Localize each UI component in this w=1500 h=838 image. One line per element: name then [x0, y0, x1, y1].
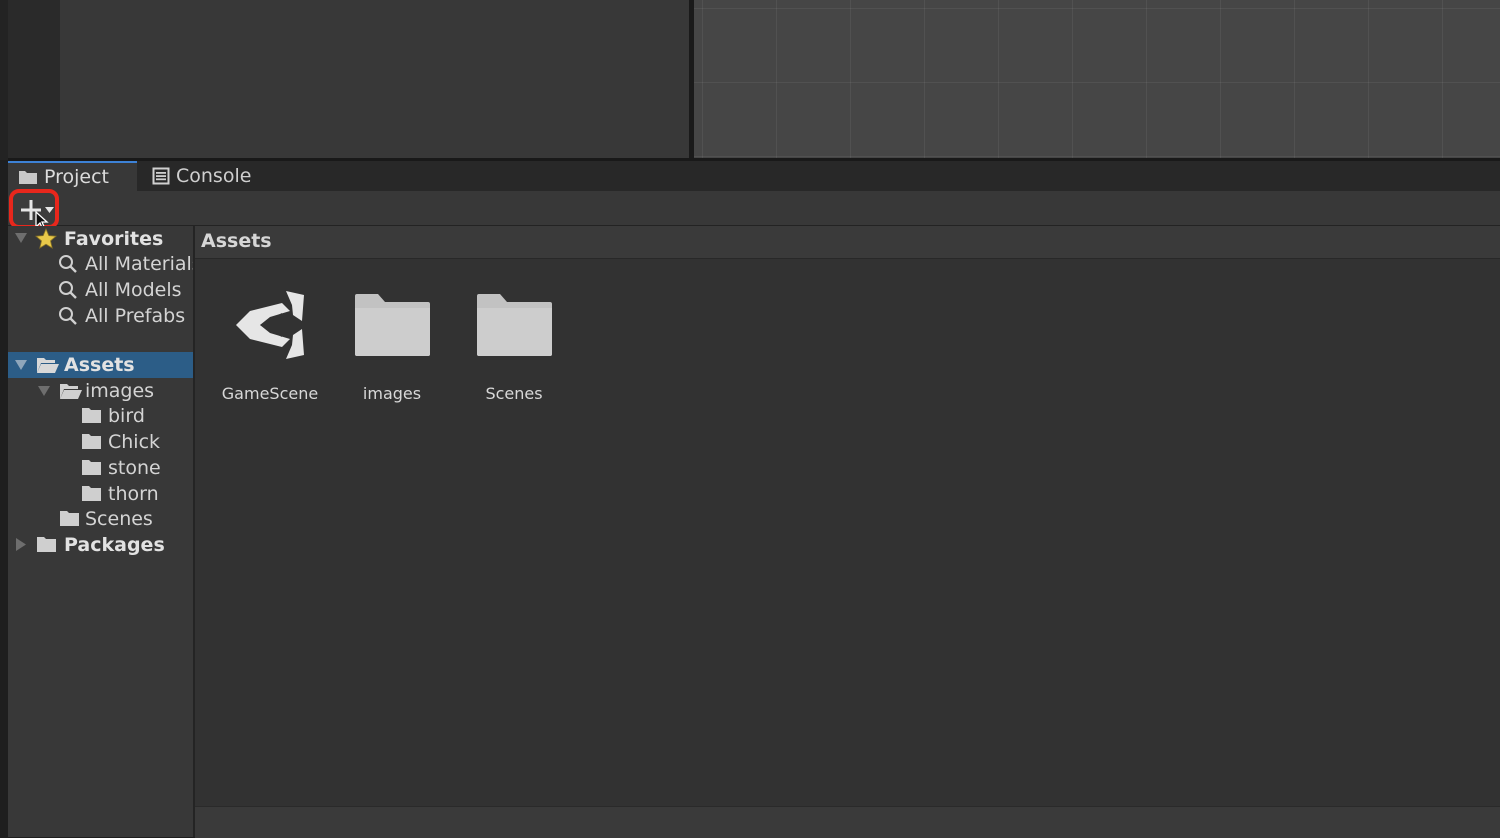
expand-arrow-icon [15, 233, 27, 243]
asset-item-gamescene[interactable]: GameScene [214, 280, 326, 403]
folder-icon [355, 294, 430, 356]
tree-label: Packages [64, 534, 165, 556]
tree-item-all-materials[interactable]: All Materials [8, 251, 194, 277]
folder-open-icon [60, 384, 82, 399]
expand-arrow-icon [38, 386, 50, 396]
tree-item-all-models[interactable]: All Models [8, 277, 194, 303]
project-toolbar [8, 191, 1500, 226]
folder-icon [477, 294, 552, 356]
unity-scene-icon [236, 291, 304, 359]
tab-label: Project [44, 166, 110, 188]
tree-label: All Materials [85, 253, 194, 275]
tree-label: thorn [108, 483, 159, 505]
asset-name: GameScene [221, 384, 319, 403]
window-edge [0, 0, 8, 160]
project-tree: Favorites All Materials All Models All P… [8, 226, 194, 837]
tree-label: All Models [85, 279, 182, 301]
asset-item-images[interactable]: images [336, 280, 448, 403]
search-icon [59, 307, 77, 325]
folder-icon [19, 171, 37, 184]
tab-console[interactable]: Console [142, 161, 282, 191]
expand-arrow-icon [15, 360, 27, 370]
tab-bar: Project Console [8, 161, 1500, 191]
tree-item-packages[interactable]: Packages [8, 532, 194, 558]
folder-icon [82, 486, 101, 501]
tree-item-chick[interactable]: Chick [8, 429, 194, 455]
tree-item-images[interactable]: images [8, 378, 194, 404]
folder-icon [60, 511, 79, 526]
asset-item-scenes[interactable]: Scenes [458, 280, 570, 403]
folder-open-icon [37, 358, 59, 373]
tree-item-thorn[interactable]: thorn [8, 481, 194, 507]
asset-name: Scenes [485, 384, 543, 403]
status-bar [195, 806, 1500, 838]
tree-label: All Prefabs [85, 305, 186, 327]
scene-view[interactable] [694, 0, 1500, 158]
search-icon [59, 255, 77, 273]
folder-icon [82, 460, 101, 475]
folder-icon [37, 537, 56, 552]
star-icon [35, 228, 57, 249]
tree-item-bird[interactable]: bird [8, 403, 194, 429]
tree-label: Assets [64, 354, 135, 376]
hierarchy-panel[interactable] [60, 0, 689, 158]
tree-item-assets[interactable]: Assets [8, 352, 194, 378]
add-asset-button[interactable] [9, 189, 59, 229]
search-icon [59, 281, 77, 299]
tree-label: bird [108, 405, 145, 427]
folder-icon [82, 408, 101, 423]
tree-item-all-prefabs[interactable]: All Prefabs [8, 303, 194, 329]
tree-item-stone[interactable]: stone [8, 455, 194, 481]
tree-label: Favorites [64, 228, 164, 250]
collapse-arrow-icon [16, 538, 26, 551]
tree-label: stone [108, 457, 161, 479]
tree-item-scenes[interactable]: Scenes [8, 506, 194, 532]
hierarchy-gutter [8, 0, 60, 158]
tree-label: Scenes [85, 508, 153, 530]
tab-label: Console [176, 165, 252, 187]
breadcrumb-assets[interactable]: Assets [201, 230, 272, 252]
tab-project[interactable]: Project [8, 161, 137, 191]
tree-label: Chick [108, 431, 161, 453]
asset-name: images [362, 384, 422, 403]
tree-label: images [85, 380, 155, 402]
console-icon [152, 167, 170, 185]
tree-item-favorites[interactable]: Favorites [8, 226, 194, 252]
folder-icon [82, 434, 101, 449]
breadcrumb: Assets [195, 226, 1500, 259]
